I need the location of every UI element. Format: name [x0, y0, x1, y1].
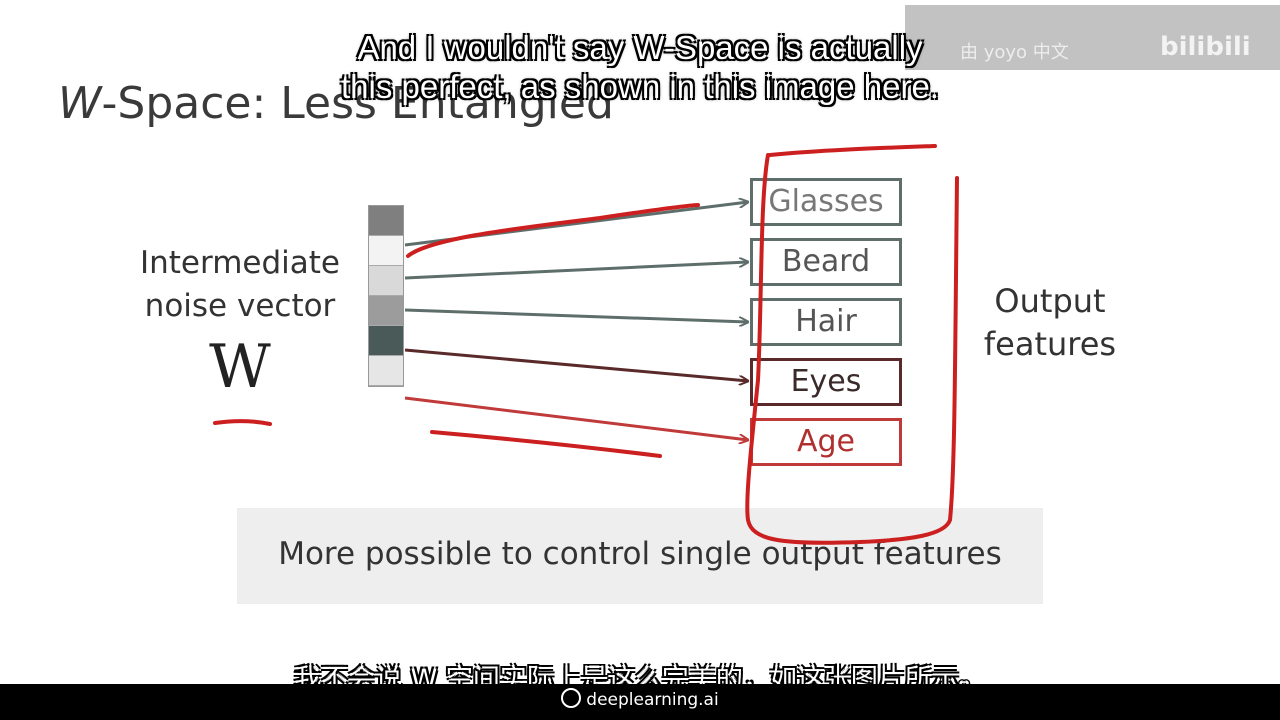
arrow-to-hair	[404, 308, 748, 322]
red-annotation-bottom-stroke	[430, 430, 662, 458]
red-annotation-bracket	[745, 144, 959, 545]
arrow-to-eyes	[404, 348, 748, 381]
english-subtitle-line-2: this perfect, as shown in this image her…	[341, 68, 939, 105]
bottom-bar: deeplearning.ai	[0, 684, 1280, 720]
english-subtitle: And I wouldn't say W-Space is actually t…	[0, 28, 1280, 106]
deeplearning-logo-icon	[561, 688, 582, 708]
english-subtitle-line-1: And I wouldn't say W-Space is actually	[357, 29, 923, 66]
red-annotation-w-underline	[213, 419, 272, 426]
brand-name: deeplearning.ai	[586, 690, 719, 710]
slide: W-Space: Less Entangled Intermediate noi…	[0, 0, 1280, 720]
brand: deeplearning.ai	[0, 688, 1280, 710]
arrows-and-annotations	[213, 144, 959, 545]
arrow-to-beard	[404, 262, 748, 280]
